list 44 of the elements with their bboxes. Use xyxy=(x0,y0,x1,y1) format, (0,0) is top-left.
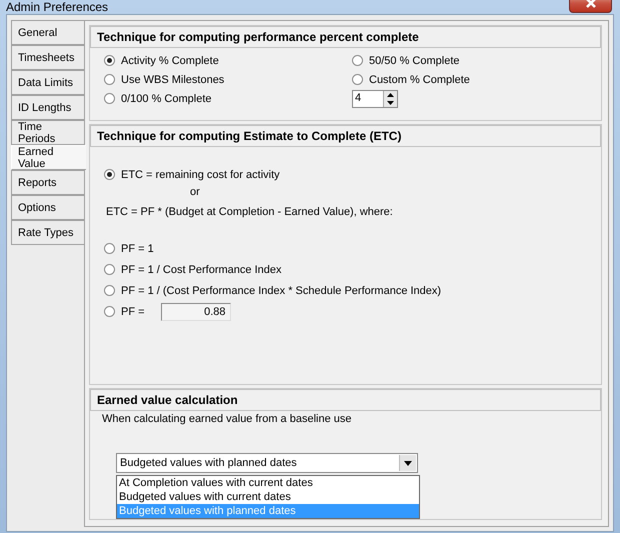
description-text: When calculating earned value from a baseline use xyxy=(102,413,352,425)
dropdown-field[interactable]: Budgeted values with planned dates xyxy=(116,453,418,473)
dropdown-option[interactable]: At Completion values with current dates xyxy=(117,476,419,490)
or-text: or xyxy=(190,186,200,198)
option-label: Activity % Complete xyxy=(121,54,219,66)
side-tab[interactable]: Time Periods xyxy=(11,120,84,145)
radio-button[interactable] xyxy=(104,55,115,66)
option-label: PF = 1 xyxy=(121,242,154,254)
radio-button[interactable] xyxy=(104,306,115,317)
radio-button[interactable] xyxy=(352,55,363,66)
option-label: Custom % Complete xyxy=(369,74,470,86)
side-tab[interactable]: Rate Types xyxy=(11,220,84,245)
radio-button[interactable] xyxy=(104,74,115,85)
close-icon xyxy=(584,0,598,9)
radio-button[interactable] xyxy=(104,243,115,254)
side-tab[interactable]: General xyxy=(11,20,84,45)
window-title: Admin Preferences xyxy=(6,0,108,14)
radio-button[interactable] xyxy=(104,264,115,275)
radio-button[interactable] xyxy=(104,285,115,296)
option-label: PF = 1 / (Cost Performance Index * Schedule Performance Index) xyxy=(121,284,442,296)
side-tab[interactable]: Data Limits xyxy=(11,70,84,95)
section-header: Technique for computing Estimate to Complete (ETC) xyxy=(90,125,601,147)
option-label: Use WBS Milestones xyxy=(121,74,224,86)
option-label: 0/100 % Complete xyxy=(121,92,212,104)
option-label: 50/50 % Complete xyxy=(369,54,460,66)
option-label: ETC = remaining cost for activity xyxy=(121,168,280,180)
radio-button[interactable] xyxy=(104,93,115,104)
formula-text: ETC = PF * (Budget at Completion - Earned Value), where: xyxy=(106,206,393,218)
option-label: PF = xyxy=(121,306,145,318)
side-tab[interactable]: Options xyxy=(11,195,84,220)
down-arrow-icon[interactable] xyxy=(384,99,397,107)
side-tab[interactable]: Reports xyxy=(11,170,84,195)
side-tab[interactable]: ID Lengths xyxy=(11,95,84,120)
side-tab[interactable]: Earned Value xyxy=(11,145,86,170)
spinner-field[interactable]: 4 xyxy=(352,90,398,108)
pf-input-field[interactable]: 0.88 xyxy=(160,302,231,320)
section-header: Earned value calculation xyxy=(90,389,601,411)
dropdown-option[interactable]: Budgeted values with current dates xyxy=(117,490,419,504)
option-label: PF = 1 / Cost Performance Index xyxy=(121,264,282,276)
section-header: Technique for computing performance percent complete xyxy=(90,26,601,48)
up-arrow-icon[interactable] xyxy=(384,91,397,99)
radio-button[interactable] xyxy=(104,169,115,180)
radio-button[interactable] xyxy=(352,74,363,85)
side-tab[interactable]: Timesheets xyxy=(11,45,84,70)
